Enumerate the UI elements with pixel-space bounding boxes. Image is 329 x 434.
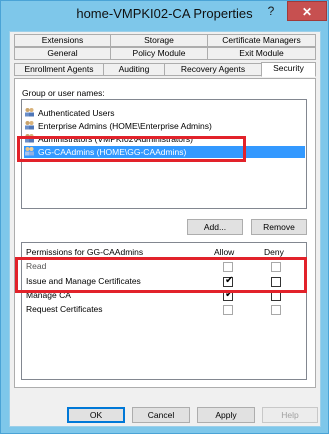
read-deny-checkbox[interactable] [271, 262, 281, 272]
list-item-label: Enterprise Admins (HOME\Enterprise Admin… [38, 121, 212, 131]
tab-exit-module[interactable]: Exit Module [207, 47, 316, 60]
list-item-label: Authenticated Users [38, 108, 115, 118]
list-item[interactable]: Administrators (VMPKI02\Administrators) [24, 133, 193, 145]
cancel-button[interactable]: Cancel [132, 407, 190, 423]
list-item[interactable]: Enterprise Admins (HOME\Enterprise Admin… [24, 120, 212, 132]
deny-header: Deny [264, 247, 284, 257]
groups-label: Group or user names: [22, 88, 105, 98]
ok-button[interactable]: OK [67, 407, 125, 423]
tab-recovery-agents[interactable]: Recovery Agents [164, 63, 262, 76]
properties-window: home-VMPKI02-CA Properties ? ✕ Extension… [0, 0, 329, 434]
manage-ca-deny-checkbox[interactable] [271, 291, 281, 301]
tab-enrollment-agents[interactable]: Enrollment Agents [14, 63, 104, 76]
user-listbox[interactable]: Authenticated Users Enterprise Admins (H… [21, 99, 307, 209]
issue-manage-deny-checkbox[interactable] [271, 277, 281, 287]
list-item-selected[interactable]: GG-CAAdmins (HOME\GG-CAAdmins) [24, 146, 305, 158]
title-bar[interactable]: home-VMPKI02-CA Properties ? ✕ [1, 1, 328, 28]
permissions-label: Permissions for GG-CAAdmins [26, 247, 144, 257]
add-button[interactable]: Add... [187, 219, 243, 235]
check-icon: ✔ [225, 289, 234, 300]
permission-label: Request Certificates [26, 304, 103, 314]
security-panel: Group or user names: Authenticated Users… [14, 78, 316, 388]
tab-security[interactable]: Security [261, 62, 316, 77]
users-icon [25, 121, 34, 130]
tab-general[interactable]: General [14, 47, 111, 60]
tab-extensions[interactable]: Extensions [14, 34, 111, 47]
request-allow-checkbox[interactable] [223, 305, 233, 315]
tab-certificate-managers[interactable]: Certificate Managers [207, 34, 316, 47]
users-icon [25, 147, 34, 156]
tab-auditing[interactable]: Auditing [103, 63, 165, 76]
users-icon [25, 108, 34, 117]
permissions-box: Permissions for GG-CAAdmins Allow Deny R… [21, 242, 307, 380]
read-allow-checkbox[interactable] [223, 262, 233, 272]
help-button[interactable]: Help [262, 407, 318, 423]
issue-manage-allow-checkbox[interactable]: ✔ [223, 275, 234, 287]
list-item-label: Administrators (VMPKI02\Administrators) [38, 134, 193, 144]
allow-header: Allow [214, 247, 235, 257]
manage-ca-allow-checkbox[interactable]: ✔ [223, 289, 234, 301]
help-icon[interactable]: ? [258, 1, 284, 21]
list-item-label: GG-CAAdmins (HOME\GG-CAAdmins) [38, 147, 187, 157]
tab-policy-module[interactable]: Policy Module [110, 47, 208, 60]
request-deny-checkbox[interactable] [271, 305, 281, 315]
apply-button[interactable]: Apply [197, 407, 255, 423]
list-item[interactable]: Authenticated Users [24, 107, 115, 119]
check-icon: ✔ [225, 275, 234, 286]
dialog-client: Extensions Storage Certificate Managers … [9, 31, 321, 427]
close-icon[interactable]: ✕ [287, 1, 327, 21]
permission-label: Manage CA [26, 290, 71, 300]
remove-button[interactable]: Remove [251, 219, 307, 235]
tab-storage[interactable]: Storage [110, 34, 208, 47]
permission-label: Issue and Manage Certificates [26, 276, 141, 286]
users-icon [25, 134, 34, 143]
permission-label: Read [26, 261, 47, 271]
